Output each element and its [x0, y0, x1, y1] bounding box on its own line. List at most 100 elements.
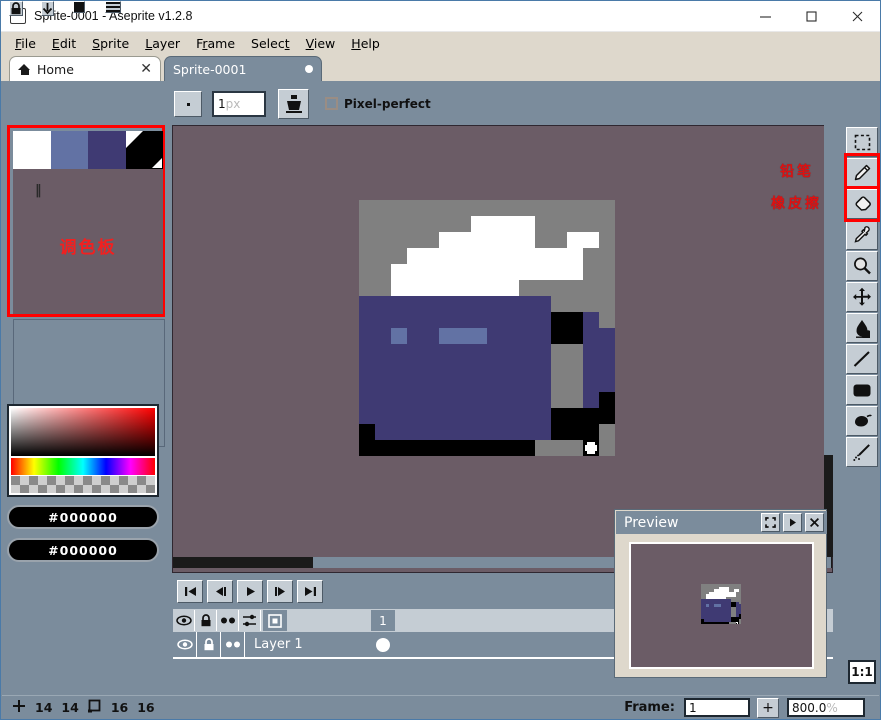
brush-preview-button[interactable]: [174, 91, 202, 117]
close-button[interactable]: [834, 1, 880, 32]
menu-view[interactable]: View: [298, 34, 344, 53]
foreground-color-hex[interactable]: #000000: [7, 505, 159, 529]
palette-swatch-light-blue[interactable]: [50, 131, 88, 169]
add-frame-button[interactable]: +: [757, 697, 779, 718]
line-tool[interactable]: [846, 344, 878, 374]
cel-dot-icon: [376, 637, 390, 652]
go-last-frame-button[interactable]: [297, 580, 323, 603]
skip-forward-icon: [304, 587, 316, 596]
eyedropper-tool[interactable]: [846, 220, 878, 250]
paint-bucket-tool[interactable]: [846, 406, 878, 436]
go-prev-frame-button[interactable]: [207, 580, 233, 603]
close-icon: [809, 517, 820, 528]
zoom-tool[interactable]: [846, 251, 878, 281]
status-bar: 14 14 16 16 Frame: 1 + 800.0%: [2, 695, 879, 719]
preview-canvas[interactable]: [629, 542, 814, 669]
canvas-vertical-scrollbar[interactable]: [824, 125, 833, 557]
play-icon: [246, 587, 255, 596]
tab-home[interactable]: Home ✕: [9, 56, 161, 81]
palette-panel[interactable]: ‖ 调色板: [7, 125, 165, 317]
go-next-frame-button[interactable]: [267, 580, 293, 603]
menu-layer-accel: L: [145, 36, 153, 51]
onion-skin-icon[interactable]: [239, 610, 261, 631]
play-button[interactable]: [237, 580, 263, 603]
tab-home-close-icon[interactable]: ✕: [140, 62, 152, 76]
timeline-cel[interactable]: [371, 632, 395, 657]
brush-size-unit: px: [225, 97, 241, 111]
line-icon: [853, 351, 870, 367]
filled-square-button[interactable]: [73, 1, 85, 13]
hamburger-icon: [106, 2, 120, 12]
minimize-button[interactable]: [742, 1, 788, 32]
background-color-hex[interactable]: #000000: [7, 538, 159, 562]
palette-swatch-dark-blue[interactable]: [88, 131, 126, 169]
download-button[interactable]: [41, 1, 54, 16]
sprite-height-value: 16: [137, 700, 155, 715]
canvas-area[interactable]: [172, 125, 833, 573]
color-picker[interactable]: [7, 404, 159, 497]
frame-input[interactable]: 1: [684, 698, 750, 717]
zoom-value: 800.0: [792, 700, 827, 715]
menu-help-accel: H: [351, 36, 361, 51]
saturation-value-field[interactable]: [11, 408, 155, 456]
menu-bar: File Edit Sprite Layer Frame Select View…: [1, 32, 880, 55]
continuous-icon[interactable]: [217, 610, 239, 631]
menu-layer[interactable]: Layer: [137, 34, 188, 53]
palette-swatch-black[interactable]: [125, 131, 163, 169]
menu-sprite[interactable]: Sprite: [84, 34, 137, 53]
menu-file[interactable]: File: [7, 34, 44, 53]
sprite-artboard[interactable]: [359, 200, 615, 456]
new-frame-icon[interactable]: [263, 610, 287, 631]
magnifier-icon: [854, 257, 871, 275]
move-tool[interactable]: [846, 282, 878, 312]
timeline-frame-number[interactable]: 1: [371, 610, 395, 631]
palette-swatch-white[interactable]: [13, 131, 51, 169]
title-bar: Sprite-0001 - Aseprite v1.2.8: [1, 1, 880, 32]
menu-help[interactable]: Help: [343, 34, 388, 53]
layer-visibility-icon[interactable]: [173, 632, 197, 657]
tab-sprite-0001[interactable]: Sprite-0001: [164, 56, 322, 81]
menu-edit[interactable]: Edit: [44, 34, 84, 53]
eye-icon[interactable]: [173, 610, 195, 631]
frame-label: Frame:: [624, 700, 675, 715]
lock-alpha-button[interactable]: [9, 1, 23, 16]
window-controls: [742, 1, 880, 32]
go-first-frame-button[interactable]: [177, 580, 203, 603]
brush-size-input[interactable]: 1 px: [212, 91, 266, 117]
preview-title-bar: Preview: [616, 511, 827, 534]
eraser-tool-highlight: [844, 186, 880, 222]
blur-tool[interactable]: [846, 313, 878, 343]
cursor-y-value: 14: [61, 700, 79, 715]
layer-continuous-icon[interactable]: [221, 632, 245, 657]
palette-body[interactable]: ‖ 调色板: [13, 169, 163, 314]
pixel-perfect-label: Pixel-perfect: [344, 97, 431, 111]
palette-pause-glyph: ‖: [35, 183, 41, 198]
spray-tool[interactable]: [846, 437, 878, 467]
palette-swatches[interactable]: [13, 131, 163, 169]
menu-frame[interactable]: Frame: [188, 34, 243, 53]
aseprite-window: Sprite-0001 - Aseprite v1.2.8 File Edit …: [0, 0, 881, 720]
hue-slider[interactable]: [11, 458, 155, 475]
marquee-icon: [854, 134, 870, 150]
layer-lock-icon[interactable]: [197, 632, 221, 657]
menu-button[interactable]: [105, 1, 121, 13]
pixel-perfect-checkbox[interactable]: [325, 97, 338, 110]
tab-modified-dot-icon: [305, 65, 313, 73]
preview-expand-button[interactable]: [761, 513, 780, 532]
preview-close-button[interactable]: [805, 513, 824, 532]
preview-window[interactable]: Preview: [614, 509, 827, 678]
preview-play-button[interactable]: [783, 513, 802, 532]
vertical-scroll-thumb[interactable]: [824, 125, 833, 455]
zoom-input[interactable]: 800.0%: [787, 698, 865, 717]
rectangle-tool[interactable]: [846, 375, 878, 405]
ink-type-button[interactable]: [278, 89, 309, 119]
step-back-icon: [215, 587, 226, 596]
alpha-slider[interactable]: [11, 476, 155, 493]
sprite-width-value: 16: [110, 700, 129, 715]
zoom-reset-button[interactable]: 1:1: [848, 660, 876, 684]
palette-annotation: 调色板: [59, 238, 117, 258]
maximize-button[interactable]: [788, 1, 834, 32]
move-arrows-icon: [853, 287, 871, 306]
menu-select[interactable]: Select: [243, 34, 298, 53]
lock-icon[interactable]: [195, 610, 217, 631]
